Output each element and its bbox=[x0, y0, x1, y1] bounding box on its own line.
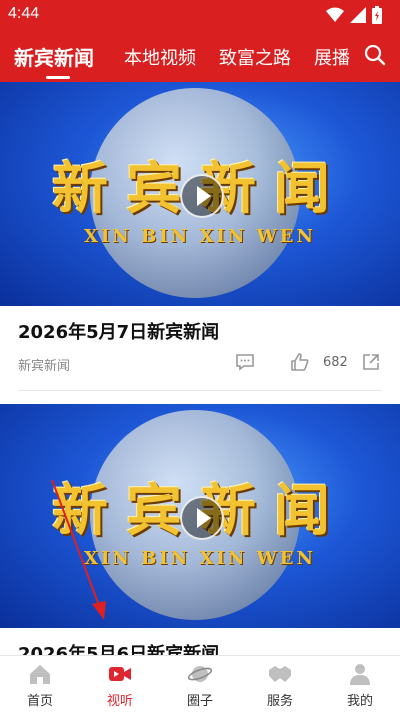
tab-label: 首页 bbox=[26, 694, 53, 709]
tab-wealth-road[interactable]: 致富之路 bbox=[219, 44, 291, 70]
tab-xinbin-news[interactable]: 新宾新闻 bbox=[14, 42, 94, 71]
like-icon[interactable] bbox=[290, 352, 310, 372]
video-source: 新宾新闻 bbox=[18, 359, 71, 374]
video-thumbnail[interactable]: 新宾新闻 XIN BIN XIN WEN bbox=[0, 82, 400, 306]
thumbnail-subtitle: XIN BIN XIN WEN bbox=[84, 548, 316, 569]
video-feed[interactable]: 新宾新闻 XIN BIN XIN WEN 2026年5月7日新宾新闻 新宾新闻 … bbox=[0, 82, 400, 655]
bottom-tab-bar: 首页 视听 圈子 服务 我的 bbox=[0, 655, 400, 712]
user-icon bbox=[350, 664, 370, 685]
video-card[interactable]: 新宾新闻 XIN BIN XIN WEN 2026年5月7日新宾新闻 新宾新闻 … bbox=[0, 82, 400, 404]
tab-circle[interactable]: 圈子 bbox=[160, 656, 240, 712]
video-icon bbox=[109, 667, 131, 681]
status-icons bbox=[326, 6, 382, 24]
tab-label: 服务 bbox=[266, 694, 293, 709]
top-nav: 新宾新闻 本地视频 致富之路 展播 bbox=[0, 30, 400, 82]
play-icon[interactable] bbox=[180, 174, 224, 218]
handshake-icon bbox=[269, 666, 291, 682]
video-title[interactable]: 2026年5月6日新宾新闻 bbox=[18, 640, 219, 655]
wifi-icon bbox=[326, 7, 344, 22]
search-icon[interactable] bbox=[364, 44, 386, 66]
play-icon[interactable] bbox=[180, 496, 224, 540]
like-count: 682 bbox=[323, 355, 348, 370]
share-icon[interactable] bbox=[361, 352, 381, 372]
comment-icon[interactable] bbox=[235, 352, 255, 372]
card-divider bbox=[18, 390, 382, 391]
status-time: 4:44 bbox=[8, 5, 40, 22]
video-card[interactable]: 新宾新闻 XIN BIN XIN WEN 2026年5月6日新宾新闻 bbox=[0, 404, 400, 655]
home-icon bbox=[30, 665, 50, 684]
tab-local-video[interactable]: 本地视频 bbox=[124, 44, 196, 70]
tab-label: 圈子 bbox=[186, 694, 213, 709]
battery-icon bbox=[372, 6, 382, 24]
status-bar: 4:44 bbox=[0, 0, 400, 30]
tab-mine[interactable]: 我的 bbox=[320, 656, 400, 712]
thumbnail-subtitle: XIN BIN XIN WEN bbox=[84, 226, 316, 247]
tab-label: 视听 bbox=[106, 694, 133, 709]
video-title[interactable]: 2026年5月7日新宾新闻 bbox=[18, 318, 219, 344]
tab-home[interactable]: 首页 bbox=[0, 656, 80, 712]
planet-icon bbox=[188, 666, 212, 682]
tab-video[interactable]: 视听 bbox=[80, 656, 160, 712]
tab-showcase[interactable]: 展播 bbox=[314, 44, 350, 70]
tab-service[interactable]: 服务 bbox=[240, 656, 320, 712]
active-tab-indicator bbox=[46, 76, 70, 79]
tab-label: 我的 bbox=[346, 694, 373, 709]
signal-icon bbox=[350, 7, 366, 23]
video-thumbnail[interactable]: 新宾新闻 XIN BIN XIN WEN bbox=[0, 404, 400, 628]
